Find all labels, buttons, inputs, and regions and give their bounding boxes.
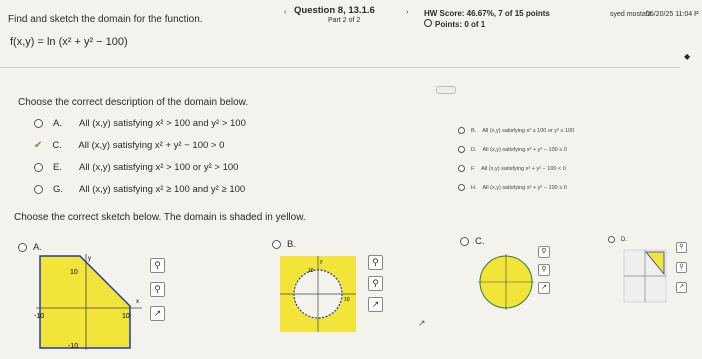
part-indicator: Part 2 of 2 [328,17,361,24]
sketch-option-b[interactable]: B. [272,239,296,250]
option-f[interactable]: F. All (x,y) satisfying x² + y² − 100 < … [458,165,566,172]
function-formula: f(x,y) = ln (x² + y² − 100) [10,36,128,48]
datetime: 05/20/25 11:04 P [646,11,699,18]
external-link-icon-c[interactable]: ↗ [538,282,550,294]
option-a[interactable]: A. All (x,y) satisfying x² > 100 and y² … [34,118,246,129]
option-h[interactable]: H. All (x,y) satisfying x² + y² − 100 ≤ … [458,184,567,191]
graph-b: y 10 10 [280,256,356,332]
radio-d[interactable] [458,146,465,153]
graph-a: y x 10 -10 10 -10 [34,254,142,350]
zoom-in-icon-b[interactable]: ⚲ [368,255,383,270]
mouse-cursor-icon: ↗ [418,318,426,328]
option-g[interactable]: G. All (x,y) satisfying x² ≥ 100 and y² … [34,184,245,195]
x-label-a: x [136,299,139,305]
settings-icon[interactable]: ◆ [684,52,690,61]
collapse-toggle[interactable] [436,86,456,94]
back-arrow-icon[interactable]: ‹ [284,9,286,16]
radio-e[interactable] [34,163,43,172]
hw-score: HW Score: 46.67%, 7 of 15 points [424,9,550,18]
divider [0,67,680,68]
zoom-in-icon-c[interactable]: ⚲ [538,246,550,258]
check-icon: ✔ [34,140,43,151]
radio-b[interactable] [458,127,465,134]
external-link-icon-d[interactable]: ↗ [676,282,687,293]
zoom-in-icon-a[interactable]: ⚲ [150,258,165,273]
graph-c [478,254,534,310]
zoom-in-icon-d[interactable]: ⚲ [676,242,687,253]
tick-10-a: 10 [70,269,78,276]
radio-a[interactable] [34,119,43,128]
zoom-out-icon-c[interactable]: ⚲ [538,264,550,276]
radio-sketch-d[interactable] [608,236,615,243]
radio-sketch-b[interactable] [272,240,281,249]
zoom-out-icon-d[interactable]: ⚲ [676,262,687,273]
problem-instruction: Find and sketch the domain for the funct… [8,14,203,25]
radio-h[interactable] [458,184,465,191]
points-label: Points: 0 of 1 [424,19,485,29]
question-title: Question 8, 13.1.6 [294,5,375,16]
tick-neg10y-a: -10 [68,343,78,350]
shaded-region-a [39,255,131,349]
option-c[interactable]: ✔ C. All (x,y) satisfying x² + y² − 100 … [34,140,224,151]
graph-d [623,249,667,303]
tick-neg10-a: -10 [34,313,44,320]
tick-10x-b: 10 [344,297,350,303]
tick-10x-a: 10 [122,313,130,320]
radio-sketch-a[interactable] [18,243,27,252]
tick-10-b: 10 [308,268,314,274]
radio-sketch-c[interactable] [460,237,469,246]
external-link-icon-a[interactable]: ↗ [150,306,165,321]
forward-arrow-icon[interactable]: › [406,9,408,16]
zoom-out-icon-a[interactable]: ⚲ [150,282,165,297]
radio-f[interactable] [458,165,465,172]
part1-prompt: Choose the correct description of the do… [18,97,249,108]
sketch-option-d[interactable]: D. [608,236,627,243]
option-d[interactable]: D. All (x,y) satisfying x² + y² − 100 ≤ … [458,146,567,153]
option-e[interactable]: E. All (x,y) satisfying x² > 100 or y² >… [34,162,238,173]
part2-prompt: Choose the correct sketch below. The dom… [14,212,306,223]
option-b[interactable]: B. All (x,y) satisfying x² ≤ 100 or y² ≤… [458,127,574,134]
external-link-icon-b[interactable]: ↗ [368,297,383,312]
zoom-out-icon-b[interactable]: ⚲ [368,276,383,291]
y-label-a: y [88,256,91,262]
radio-g[interactable] [34,185,43,194]
sketch-option-c[interactable]: C. [460,236,485,247]
